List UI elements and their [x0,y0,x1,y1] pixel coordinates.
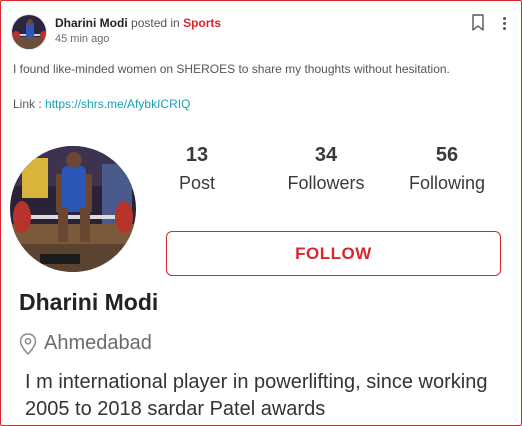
link-line: Link : https://shrs.me/AfybkICRIQ [13,97,190,111]
category-link[interactable]: Sports [183,16,221,30]
stat-following[interactable]: 56 Following [397,144,497,194]
post-card: Dharini Modi posted in Sports 45 min ago… [0,0,522,426]
more-vertical-icon[interactable] [497,14,511,32]
stat-post[interactable]: 13 Post [161,144,233,194]
bookmark-icon[interactable] [471,14,485,32]
stat-label: Following [408,173,486,193]
author-avatar[interactable] [11,14,47,50]
author-line: Dharini Modi posted in Sports [55,16,221,30]
post-header: Dharini Modi posted in Sports 45 min ago [11,14,511,50]
profile-stats: 13 Post 34 Followers 56 Following [161,144,501,204]
profile-bio: I m international player in powerlifting… [25,371,488,420]
stat-followers[interactable]: 34 Followers [276,144,376,194]
shared-link[interactable]: https://shrs.me/AfybkICRIQ [45,97,190,111]
follow-button[interactable]: FOLLOW [166,231,501,276]
stat-value: 34 [314,144,338,166]
profile-avatar[interactable] [10,146,136,272]
stat-label: Post [178,173,216,193]
location-text: Ahmedabad [44,332,152,354]
stat-value: 13 [185,144,209,166]
author-name[interactable]: Dharini Modi [55,16,128,30]
profile-name: Dharini Modi [19,289,159,315]
stat-value: 56 [435,144,459,166]
link-label: Link : [13,97,42,111]
post-timestamp: 45 min ago [55,33,110,45]
stat-label: Followers [287,173,365,193]
location-pin-icon [19,333,37,356]
posted-in-text: posted in [131,16,180,30]
post-body-text: I found like-minded women on SHEROES to … [13,62,450,76]
